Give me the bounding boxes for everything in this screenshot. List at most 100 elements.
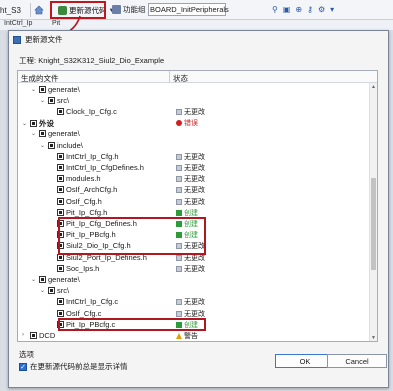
file-name: src\ xyxy=(57,95,70,105)
tree-row[interactable]: Clock_Ip_Cfg.c 无更改 xyxy=(18,106,369,117)
tree-scrollbar[interactable]: ▲ ▼ xyxy=(369,83,377,341)
status-warning-icon xyxy=(176,332,182,339)
ok-button[interactable]: OK xyxy=(275,354,335,368)
file-checkbox[interactable] xyxy=(39,275,46,283)
tree-row[interactable]: ⌄ 外设 错误 xyxy=(18,117,369,128)
file-checkbox[interactable] xyxy=(57,107,64,115)
highlight-box-pit-headers xyxy=(58,217,206,255)
tree-row[interactable]: IntCtrl_Ip_Cfg.h 无更改 xyxy=(18,151,369,162)
tree-row-file-cell: ⌄ generate\ xyxy=(31,129,80,138)
board-dropdown-value: BOARD_InitPeripherals xyxy=(150,5,229,14)
file-checkbox[interactable] xyxy=(57,264,64,272)
expand-down-icon[interactable]: ⌄ xyxy=(31,276,37,283)
status-nochange-icon xyxy=(176,299,182,306)
function-group-selector[interactable]: 功能组 xyxy=(112,4,146,15)
column-divider[interactable] xyxy=(169,71,170,83)
function-group-icon xyxy=(112,5,121,14)
file-checkbox[interactable] xyxy=(57,309,64,317)
tree-row[interactable]: OsIf_Cfg.h 无更改 xyxy=(18,196,369,207)
file-checkbox[interactable] xyxy=(57,208,64,216)
file-status-text: 错误 xyxy=(184,120,198,128)
options-label: 选项 xyxy=(19,350,34,359)
status-nochange-icon xyxy=(176,108,182,115)
file-checkbox[interactable] xyxy=(48,141,55,149)
status-nochange-icon xyxy=(176,164,182,171)
expand-down-icon[interactable]: ⌄ xyxy=(31,86,37,93)
tree-row[interactable]: ⌄ include\ xyxy=(18,140,369,151)
layout-icon[interactable]: ▣ xyxy=(283,5,291,14)
file-checkbox[interactable] xyxy=(48,96,55,104)
file-status-text: 无更改 xyxy=(184,164,205,172)
dialog-titlebar: 更新源文件 xyxy=(9,31,388,48)
tab-intctrl[interactable]: IntCtrl_Ip xyxy=(4,20,32,27)
checkbox-checked-icon[interactable]: ✓ xyxy=(19,362,27,371)
tree-row-file-cell: Pit_Ip_Cfg.h xyxy=(49,208,107,217)
cancel-button[interactable]: Cancel xyxy=(327,354,387,368)
tree-row[interactable]: IntCtrl_Ip_CfgDefines.h 无更改 xyxy=(18,162,369,173)
project-line: 工程: Knight_S32K312_Siul2_Dio_Example xyxy=(19,55,164,66)
file-name: src\ xyxy=(57,286,70,296)
zoom-icon[interactable]: ⊕ xyxy=(295,5,302,14)
key-icon[interactable]: ⚷ xyxy=(307,5,313,14)
status-nochange-icon xyxy=(176,310,182,317)
tree-row[interactable]: ⌄ generate\ xyxy=(18,84,369,95)
generated-files-tree: 生成的文件 状态 ⌄ generate\ ⌄ src\ Clock_Ip_Cfg.c 无更… xyxy=(17,70,378,342)
file-checkbox[interactable] xyxy=(39,130,46,138)
always-show-details-label: 在更新源代码前总是显示详情 xyxy=(30,362,128,371)
tree-row[interactable]: OsIf_ArchCfg.h 无更改 xyxy=(18,184,369,195)
tree-row[interactable]: IntCtrl_Ip_Cfg.c 无更改 xyxy=(18,296,369,307)
expand-right-icon[interactable]: › xyxy=(22,332,28,338)
tree-row[interactable]: OsIf_Cfg.c 无更改 xyxy=(18,308,369,319)
file-status: 无更改 xyxy=(176,197,205,207)
tree-row[interactable]: ›IVT警告 xyxy=(18,341,369,342)
expand-down-icon[interactable]: ⌄ xyxy=(40,287,46,294)
status-nochange-icon xyxy=(176,153,182,160)
tree-row[interactable]: modules.h 无更改 xyxy=(18,173,369,184)
expand-down-icon[interactable]: ⌄ xyxy=(40,97,46,104)
tree-row-file-cell: OsIf_Cfg.h xyxy=(49,197,102,206)
file-checkbox[interactable] xyxy=(57,197,64,205)
status-nochange-icon xyxy=(176,265,182,272)
file-checkbox[interactable] xyxy=(48,287,55,295)
pin-icon[interactable]: ⚲ xyxy=(272,5,278,14)
home-icon[interactable] xyxy=(34,5,44,15)
expand-down-icon[interactable]: ⌄ xyxy=(40,142,46,149)
tree-row-file-cell: ⌄ src\ xyxy=(40,96,69,105)
scrollbar-thumb[interactable] xyxy=(371,178,376,270)
file-checkbox[interactable] xyxy=(39,85,46,93)
tree-row[interactable]: › DCD 警告 xyxy=(18,330,369,341)
tree-header: 生成的文件 状态 xyxy=(18,71,377,83)
always-show-details-checkbox[interactable]: ✓ 在更新源代码前总是显示详情 xyxy=(19,361,128,372)
tree-row[interactable]: ⌄ generate\ xyxy=(18,128,369,139)
file-name: Clock_Ip_Cfg.c xyxy=(66,106,117,116)
project-name: Knight_S32K312_Siul2_Dio_Example xyxy=(38,56,165,65)
tree-row[interactable]: ⌄ src\ xyxy=(18,95,369,106)
file-checkbox[interactable] xyxy=(30,120,37,128)
expand-down-icon[interactable]: ⌄ xyxy=(31,130,37,137)
scroll-up-icon[interactable]: ▲ xyxy=(371,84,376,90)
tree-row[interactable]: ⌄ generate\ xyxy=(18,274,369,285)
column-header-file[interactable]: 生成的文件 xyxy=(21,73,59,84)
file-status-text: 无更改 xyxy=(184,176,205,184)
settings-icon[interactable]: ⚙ xyxy=(318,5,325,14)
expand-down-icon[interactable]: ⌄ xyxy=(22,120,28,127)
status-nochange-icon xyxy=(176,187,182,194)
file-checkbox[interactable] xyxy=(57,152,64,160)
more-icon[interactable]: ▾ xyxy=(330,5,334,14)
file-status: 无更改 xyxy=(176,297,205,307)
tree-row-file-cell: IntCtrl_Ip_Cfg.c xyxy=(49,297,118,306)
dialog-icon xyxy=(13,35,21,44)
tree-row[interactable]: ⌄ src\ xyxy=(18,285,369,296)
file-checkbox[interactable] xyxy=(57,186,64,194)
column-header-status[interactable]: 状态 xyxy=(173,73,188,84)
project-label: 工程: xyxy=(19,56,37,65)
file-name: IntCtrl_Ip_Cfg.c xyxy=(66,297,119,307)
scroll-down-icon[interactable]: ▼ xyxy=(371,335,376,341)
file-checkbox[interactable] xyxy=(57,163,64,171)
file-checkbox[interactable] xyxy=(57,175,64,183)
file-checkbox[interactable] xyxy=(57,298,64,306)
tree-row[interactable]: Soc_Ips.h 无更改 xyxy=(18,263,369,274)
function-group-label: 功能组 xyxy=(123,5,146,14)
dialog-title: 更新源文件 xyxy=(25,35,63,44)
file-checkbox[interactable] xyxy=(30,331,37,339)
